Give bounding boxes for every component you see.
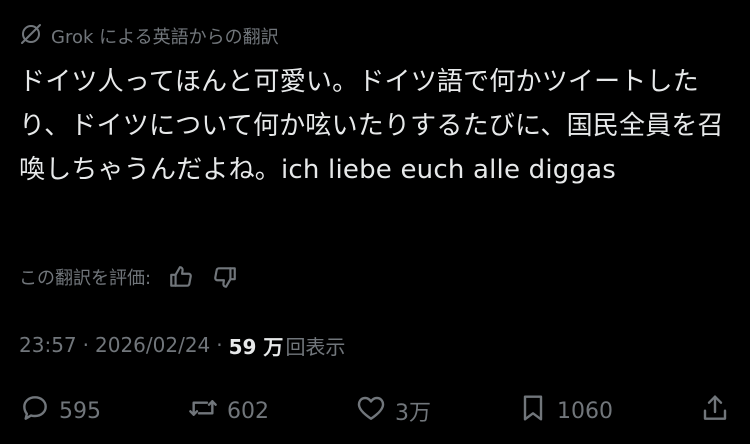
repost-button[interactable]: 602: [187, 390, 269, 432]
tweet-time[interactable]: 23:57: [19, 333, 77, 357]
rating-label: この翻訳を評価:: [19, 268, 152, 289]
grok-icon: [19, 22, 51, 51]
tweet-date[interactable]: 2026/02/24: [95, 333, 210, 357]
meta-separator: ·: [82, 333, 89, 357]
views-label: 回表示: [285, 334, 346, 359]
thumbs-down-icon[interactable]: [211, 263, 239, 291]
reply-count: 595: [59, 398, 101, 424]
repost-count: 602: [227, 398, 269, 424]
translation-header: Grok による英語からの翻訳: [19, 22, 279, 50]
like-button[interactable]: 3万: [355, 390, 431, 432]
heart-icon: [355, 392, 395, 430]
like-count: 3万: [395, 401, 431, 426]
translation-rating: この翻訳を評価:: [19, 262, 239, 292]
reply-icon: [19, 392, 59, 430]
bookmark-button[interactable]: 1060: [517, 390, 613, 432]
tweet-detail: Grok による英語からの翻訳 ドイツ人ってほんと可愛い。ドイツ語で何かツイート…: [19, 0, 731, 444]
views-count: 59 万: [228, 334, 284, 359]
share-button[interactable]: [699, 390, 731, 432]
tweet-actions: 595 602 3万 1060: [19, 390, 731, 432]
tweet-meta: 23:57 · 2026/02/24 · 59 万 回表示: [19, 330, 345, 360]
translation-label: Grok による英語からの翻訳: [51, 27, 279, 48]
reply-button[interactable]: 595: [19, 390, 101, 432]
meta-separator: ·: [216, 333, 223, 357]
share-icon: [699, 392, 731, 430]
tweet-text: ドイツ人ってほんと可愛い。ドイツ語で何かツイートしたり、ドイツについて何か呟いた…: [19, 67, 724, 185]
bookmark-count: 1060: [557, 398, 613, 424]
thumbs-up-icon[interactable]: [167, 263, 195, 291]
repost-icon: [187, 392, 227, 430]
bookmark-icon: [517, 392, 557, 430]
